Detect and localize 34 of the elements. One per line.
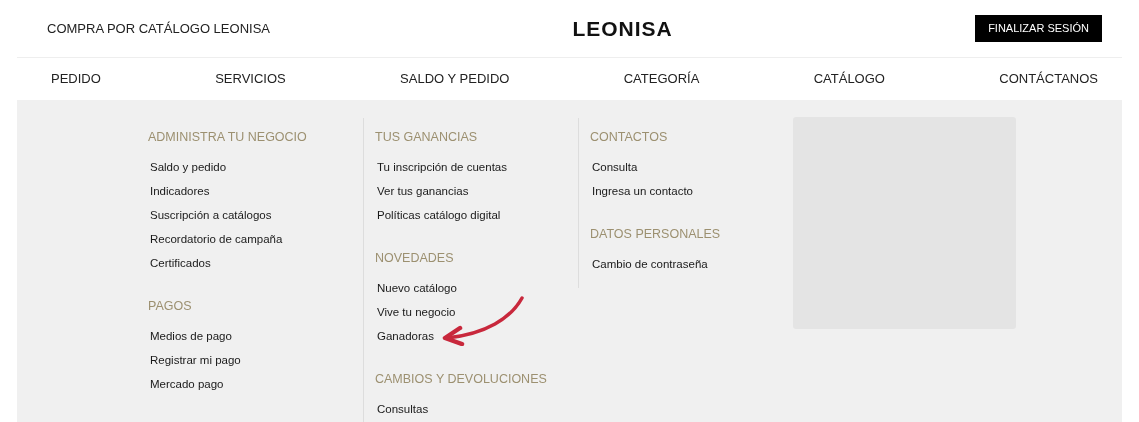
menu-link[interactable]: Medios de pago bbox=[148, 329, 234, 343]
nav-link[interactable]: CONTÁCTANOS bbox=[999, 69, 1098, 89]
menu-link[interactable]: Nuevo catálogo bbox=[375, 281, 459, 295]
menu-heading: ADMINISTRA TU NEGOCIO bbox=[148, 129, 307, 146]
nav-link[interactable]: SALDO Y PEDIDO bbox=[400, 69, 510, 89]
menu-link[interactable]: Ganadoras bbox=[375, 329, 436, 343]
menu-link[interactable]: Consultas bbox=[375, 402, 431, 416]
menu-heading: CONTACTOS bbox=[590, 129, 668, 146]
menu-link[interactable]: Saldo y pedido bbox=[148, 160, 229, 174]
menu-link[interactable]: Mercado pago bbox=[148, 377, 226, 391]
menu-link[interactable]: Suscripción a catálogos bbox=[148, 208, 274, 222]
menu-link[interactable]: Políticas catálogo digital bbox=[375, 208, 503, 222]
nav-link[interactable]: CATEGORÍA bbox=[623, 69, 700, 89]
logout-button[interactable]: FINALIZAR SESIÓN bbox=[975, 15, 1102, 42]
logo[interactable]: LEONISA bbox=[572, 12, 673, 45]
menu-heading: NOVEDADES bbox=[375, 250, 454, 267]
menu-link[interactable]: Ingresa un contacto bbox=[590, 184, 695, 198]
menu-link[interactable]: Tu inscripción de cuentas bbox=[375, 160, 509, 174]
menu-link[interactable]: Certificados bbox=[148, 256, 213, 270]
menu-link[interactable]: Cambio de contraseña bbox=[590, 257, 710, 271]
menu-heading: CAMBIOS Y DEVOLUCIONES bbox=[375, 371, 547, 388]
menu-link[interactable]: Ver tus ganancias bbox=[375, 184, 471, 198]
menu-heading: PAGOS bbox=[148, 298, 192, 315]
menu-heading: TUS GANANCIAS bbox=[375, 129, 478, 146]
menu-link[interactable]: Indicadores bbox=[148, 184, 212, 198]
menu-link[interactable]: Vive tu negocio bbox=[375, 305, 458, 319]
menu-link[interactable]: Consulta bbox=[590, 160, 640, 174]
menu-link[interactable]: Registrar mi pago bbox=[148, 353, 243, 367]
nav-link[interactable]: PEDIDO bbox=[51, 69, 101, 89]
menu-heading: DATOS PERSONALES bbox=[590, 226, 721, 243]
tagline: COMPRA POR CATÁLOGO LEONISA bbox=[47, 19, 270, 38]
menu-link[interactable]: Recordatorio de campaña bbox=[148, 232, 285, 246]
nav-link[interactable]: CATÁLOGO bbox=[813, 69, 885, 89]
nav-link[interactable]: SERVICIOS bbox=[215, 69, 286, 89]
